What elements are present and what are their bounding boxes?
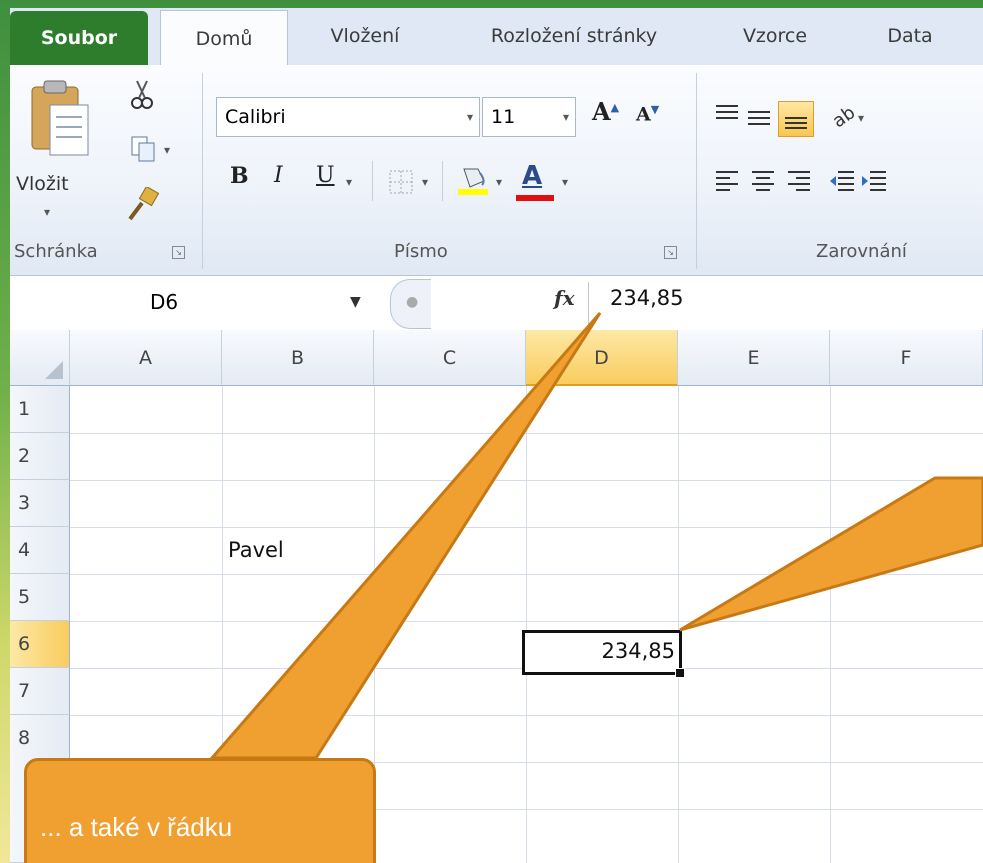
align-left-icon[interactable]: [714, 169, 740, 193]
svg-text:ab: ab: [829, 102, 858, 129]
tab-formulas[interactable]: Vzorce: [716, 8, 834, 65]
borders-icon[interactable]: [388, 169, 414, 195]
cell-d6-value: 234,85: [601, 639, 675, 663]
slide-background: Soubor Domů Vložení Rozložení stránky Vz…: [0, 0, 983, 863]
callout-box: [24, 758, 376, 863]
paste-label: Vložit: [16, 173, 69, 195]
chevron-down-icon[interactable]: ▾: [496, 175, 502, 189]
cell-b4[interactable]: Pavel: [228, 538, 284, 562]
tab-insert[interactable]: Vložení: [300, 8, 430, 65]
tab-file[interactable]: Soubor: [10, 11, 148, 65]
formula-bar-divider: [588, 282, 589, 324]
align-bottom-button[interactable]: [778, 101, 814, 137]
bold-button[interactable]: B: [230, 163, 249, 189]
chevron-down-icon: ▾: [44, 205, 51, 219]
dialog-launcher-icon[interactable]: ↘: [172, 246, 185, 259]
group-separator: [696, 73, 697, 269]
font-color-button[interactable]: A: [516, 161, 556, 201]
row-header-7[interactable]: 7: [10, 668, 70, 715]
circle-icon: ●: [406, 294, 419, 310]
column-header-e[interactable]: E: [678, 330, 830, 386]
excel-window: Soubor Domů Vložení Rozložení stránky Vz…: [10, 8, 983, 863]
column-header-a[interactable]: A: [70, 330, 222, 386]
column-header-d[interactable]: D: [526, 330, 678, 386]
chevron-down-icon: ▾: [562, 110, 569, 124]
font-name-combo[interactable]: Calibri ▾: [216, 97, 480, 137]
fill-color-icon[interactable]: [456, 163, 490, 197]
chevron-down-icon: ▾: [466, 110, 473, 124]
align-middle-icon[interactable]: [746, 109, 772, 129]
chevron-down-icon[interactable]: ▾: [562, 175, 568, 189]
chevron-down-icon[interactable]: ▾: [346, 175, 352, 189]
clipboard-paste-icon: [31, 80, 89, 156]
tab-page-layout[interactable]: Rozložení stránky: [454, 8, 694, 65]
column-header-c[interactable]: C: [374, 330, 526, 386]
tab-data[interactable]: Data: [860, 8, 960, 65]
group-label-alignment: Zarovnání: [816, 241, 907, 262]
grid-line: [70, 433, 983, 434]
grid-line: [70, 574, 983, 575]
text-orientation-icon[interactable]: ab: [828, 99, 858, 129]
align-top-icon[interactable]: [714, 103, 740, 123]
row-header-6[interactable]: 6: [10, 621, 70, 668]
name-box[interactable]: D6 ▼: [10, 282, 380, 322]
row-header-2[interactable]: 2: [10, 433, 70, 480]
active-cell-d6[interactable]: 234,85: [522, 630, 685, 678]
group-label-clipboard: Schránka: [14, 241, 98, 262]
row-header-4[interactable]: 4: [10, 527, 70, 574]
triangle-icon: [45, 361, 63, 379]
align-bottom-icon: [785, 117, 807, 129]
ribbon-tab-bar: Soubor Domů Vložení Rozložení stránky Vz…: [10, 8, 983, 67]
chevron-down-icon[interactable]: ▾: [858, 111, 864, 125]
column-header-b[interactable]: B: [222, 330, 374, 386]
align-center-icon[interactable]: [750, 169, 776, 193]
scissors-icon[interactable]: [130, 79, 154, 109]
name-box-value: D6: [150, 290, 179, 314]
formula-bar: D6 ▼ ● fx 234,85: [10, 276, 983, 331]
group-separator: [202, 73, 203, 269]
format-painter-icon[interactable]: [126, 187, 160, 221]
column-header-f[interactable]: F: [830, 330, 983, 386]
grid-line: [830, 386, 831, 863]
formula-input[interactable]: 234,85: [610, 286, 683, 310]
chevron-down-icon: ▼: [350, 294, 361, 310]
font-name-value: Calibri: [225, 106, 286, 128]
ribbon-home: Vložit ▾ ▾ Schránka ↘ Calibri ▾ 11 ▾ A▲ …: [10, 65, 983, 276]
copy-icon[interactable]: [130, 135, 158, 163]
font-size-combo[interactable]: 11 ▾: [482, 97, 576, 137]
font-color-icon: A: [522, 161, 543, 191]
font-size-value: 11: [491, 106, 516, 128]
toolbar-divider: [442, 161, 443, 201]
select-all-button[interactable]: [10, 330, 70, 386]
fill-handle[interactable]: [675, 668, 685, 678]
row-header-5[interactable]: 5: [10, 574, 70, 621]
group-label-font: Písmo: [394, 241, 448, 262]
callout-text: ... a také v řádku: [40, 812, 233, 842]
grid-line: [70, 480, 983, 481]
paste-button[interactable]: Vložit ▾: [16, 71, 94, 231]
grid-line: [70, 621, 983, 622]
grid-line: [70, 715, 983, 716]
increase-indent-icon[interactable]: [860, 169, 888, 193]
italic-button[interactable]: I: [274, 163, 283, 188]
decrease-indent-icon[interactable]: [828, 169, 856, 193]
grid-line: [70, 527, 983, 528]
grid-line: [678, 386, 679, 863]
chevron-down-icon[interactable]: ▾: [422, 175, 428, 189]
row-header-3[interactable]: 3: [10, 480, 70, 527]
dialog-launcher-icon[interactable]: ↘: [664, 246, 677, 259]
grid-line: [526, 386, 527, 863]
grow-font-icon[interactable]: A▲: [592, 97, 619, 126]
chevron-down-icon[interactable]: ▾: [164, 143, 170, 157]
toolbar-divider: [372, 161, 373, 201]
insert-function-icon[interactable]: fx: [554, 286, 575, 310]
underline-button[interactable]: U: [316, 163, 335, 188]
align-right-icon[interactable]: [786, 169, 812, 193]
tab-home[interactable]: Domů: [160, 10, 288, 67]
row-header-1[interactable]: 1: [10, 386, 70, 433]
shrink-font-icon[interactable]: A▼: [636, 103, 659, 125]
font-color-swatch: [516, 195, 554, 201]
